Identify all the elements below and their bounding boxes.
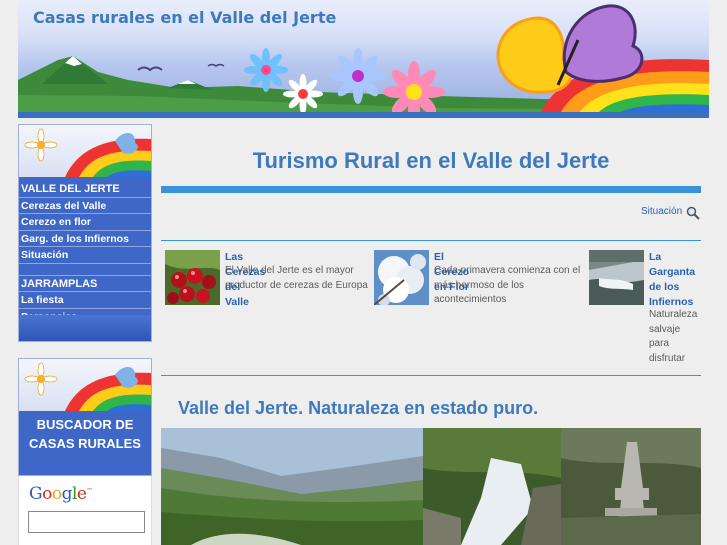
site-title: Casas rurales en el Valle del Jerte [33,8,337,27]
nav-item-jarramplas[interactable]: JARRAMPLAS [19,276,151,292]
feature-cerezo-text: Cada primavera comienza con el más hermo… [434,264,584,308]
google-logo: Google™ [29,484,92,504]
nav-item-garganta-infiernos[interactable]: Garg. de los Infiernos [19,231,151,247]
google-search-box: Google™ [18,476,152,545]
section-divider [161,240,701,241]
search-label-line-2: CASAS RURALES [29,436,141,451]
feature-garganta-title[interactable]: La Garganta de los Infiernos [649,250,699,310]
section-divider [161,375,701,376]
page-title: Turismo Rural en el Valle del Jerte [252,148,610,173]
feature-text-line: para [649,338,670,349]
feature-text-line: El Valle del Jerte es el mayor [225,265,354,276]
waterfall-thumbnail[interactable] [589,250,644,305]
cherry-blossom-thumbnail[interactable] [374,250,429,305]
landscape-photo-strip [161,428,701,545]
title-underline [161,186,701,193]
feature-text-line: disfrutar [649,352,686,364]
nav-item-cerezas-del-valle[interactable]: Cerezas del Valle [19,198,151,214]
search-label-line-1: BUSCADOR DE [36,417,134,432]
sidebar-logo [19,125,151,177]
nav-item-situacion[interactable]: Situación [19,247,151,264]
search-panel-label[interactable]: BUSCADOR DE CASAS RURALES [19,415,151,453]
feature-garganta-text: Naturaleza salvaje para disfrutar [649,308,704,366]
cherries-thumbnail[interactable] [165,250,220,305]
feature-text-line: Cada primavera comienza con el [434,265,581,276]
nav-item-valle-del-jerte[interactable]: VALLE DEL JERTE [19,181,151,198]
header-banner: Casas rurales en el Valle del Jerte [18,0,709,118]
feature-title-line: de los [649,281,680,293]
feature-text-line: salvaje [649,323,681,335]
feature-text-line: Naturaleza [649,309,698,320]
feature-text-line: acontecimientos [434,294,507,305]
feature-title-line: La [649,251,662,263]
casas-search-panel[interactable]: BUSCADOR DE CASAS RURALES [18,358,152,476]
section-subtitle: Valle del Jerte. Naturaleza en estado pu… [178,398,539,418]
nav-item-cerezo-en-flor[interactable]: Cerezo en flor [19,214,151,231]
sidebar-nav-panel: VALLE DEL JERTE Cerezas del Valle Cerezo… [18,124,152,342]
google-logo-tm: ™ [86,487,92,495]
magnifier-icon[interactable] [686,206,700,220]
header-bottom-band [18,112,709,118]
flower-butterfly-icon [24,128,151,177]
google-search-input[interactable] [28,511,145,533]
sidebar-logo [19,359,151,411]
feature-text-line: productor de cerezas de Europa [225,279,368,291]
feature-cerezas-text: El Valle del Jerte es el mayor productor… [225,264,375,293]
nav-item-la-fiesta[interactable]: La fiesta [19,292,151,309]
feature-title-line: Garganta [649,266,696,278]
sidebar-nav-list: VALLE DEL JERTE Cerezas del Valle Cerezo… [19,181,151,325]
feature-text-line: más hermoso de los [434,279,525,291]
flower-butterfly-icon [24,362,151,411]
nav-divider [19,264,151,276]
nav-panel-footer [19,315,151,341]
situacion-link[interactable]: Situación [641,206,682,217]
